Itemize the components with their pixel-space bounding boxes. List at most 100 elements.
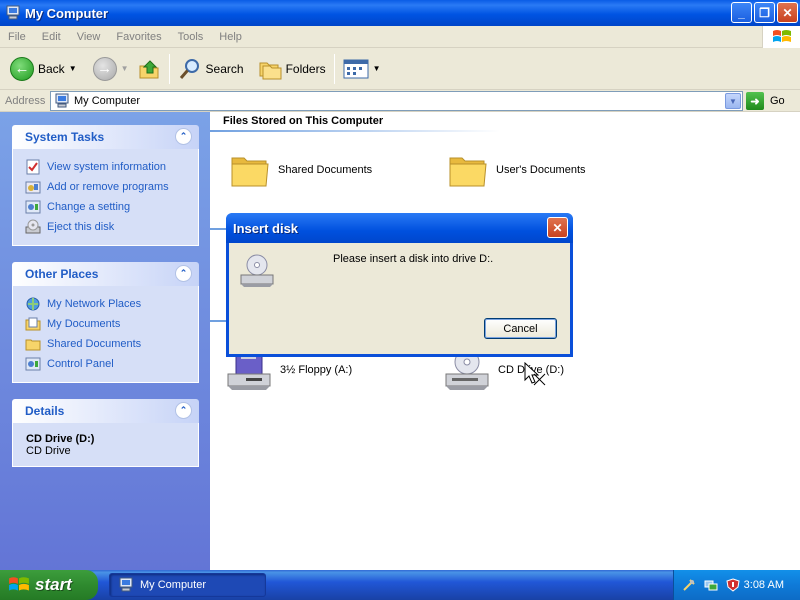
dialog-message: Please insert a disk into drive D:. (333, 253, 494, 265)
item-label: 3½ Floppy (A:) (280, 364, 353, 376)
task-label: Change a setting (47, 201, 131, 213)
place-shared-documents[interactable]: Shared Documents (25, 334, 190, 354)
details-item-type: CD Drive (26, 445, 71, 457)
taskbar-window-my-computer[interactable]: My Computer (109, 573, 266, 597)
system-tasks-box: System Tasks ⌃ View system information A… (12, 125, 199, 246)
collapse-icon[interactable]: ⌃ (175, 402, 192, 419)
details-box: Details ⌃ CD Drive (D:) CD Drive (12, 399, 199, 467)
back-dropdown-icon[interactable]: ▼ (69, 64, 77, 73)
menu-tools[interactable]: Tools (170, 31, 212, 43)
forward-dropdown-icon[interactable]: ▼ (121, 64, 129, 73)
search-icon (179, 58, 199, 79)
search-button[interactable]: Search (174, 51, 248, 87)
folders-icon (259, 62, 282, 79)
item-shared-documents[interactable]: Shared Documents (230, 150, 372, 190)
menu-file[interactable]: File (0, 31, 34, 43)
other-places-header[interactable]: Other Places ⌃ (12, 262, 199, 286)
views-button[interactable]: ▼ (339, 51, 385, 87)
collapse-icon[interactable]: ⌃ (175, 265, 192, 282)
close-button[interactable]: ✕ (777, 2, 798, 23)
tray-tool-icon[interactable] (682, 578, 696, 592)
task-label: View system information (47, 161, 167, 173)
details-header[interactable]: Details ⌃ (12, 399, 199, 423)
item-users-documents[interactable]: User's Documents (448, 150, 586, 190)
window-titlebar[interactable]: My Computer _ ❐ ✕ (0, 0, 800, 26)
control-panel-icon (25, 200, 41, 214)
taskbar-window-label: My Computer (140, 579, 207, 591)
forward-arrow-icon: → (92, 56, 117, 81)
views-dropdown-icon[interactable]: ▼ (373, 64, 381, 73)
menu-favorites[interactable]: Favorites (108, 31, 169, 43)
my-computer-icon (119, 577, 133, 592)
tray-network-icon[interactable] (704, 578, 718, 592)
cancel-button[interactable]: Cancel (484, 318, 557, 339)
place-my-documents[interactable]: My Documents (25, 314, 190, 334)
up-folder-icon (139, 59, 159, 78)
place-my-network-places[interactable]: My Network Places (25, 294, 190, 314)
address-bar: Address My Computer ▼ ➜ Go (0, 90, 800, 112)
task-pane: System Tasks ⌃ View system information A… (0, 112, 210, 570)
collapse-icon[interactable]: ⌃ (175, 128, 192, 145)
mouse-cursor-icon (524, 362, 546, 386)
task-label: Add or remove programs (47, 181, 169, 193)
address-dropdown-icon[interactable]: ▼ (725, 93, 741, 109)
menu-view[interactable]: View (69, 31, 109, 43)
back-arrow-icon: ← (10, 56, 34, 81)
toolbar: ← Back ▼ → ▼ Search Folders ▼ (0, 48, 800, 90)
go-button[interactable]: ➜ Go (746, 91, 785, 111)
menu-help[interactable]: Help (211, 31, 250, 43)
task-label: Eject this disk (47, 221, 115, 233)
address-input[interactable]: My Computer ▼ (50, 91, 743, 111)
taskbar: start My Computer 3:08 AM (0, 570, 800, 600)
folders-label: Folders (285, 61, 326, 76)
search-label: Search (205, 61, 244, 76)
forward-button[interactable]: → ▼ (89, 51, 133, 87)
folder-icon (449, 157, 487, 187)
network-icon (26, 297, 40, 311)
go-arrow-icon: ➜ (746, 92, 764, 110)
folder-icon (231, 157, 269, 187)
system-tasks-title: System Tasks (25, 130, 105, 144)
other-places-box: Other Places ⌃ My Network Places My Docu… (12, 262, 199, 383)
minimize-button[interactable]: _ (731, 2, 752, 23)
place-label: Shared Documents (47, 338, 142, 350)
item-label: Shared Documents (278, 164, 373, 176)
place-control-panel[interactable]: Control Panel (25, 354, 190, 374)
folders-button[interactable]: Folders (254, 51, 330, 87)
add-remove-icon (25, 181, 41, 194)
my-computer-icon (55, 93, 69, 108)
views-icon (343, 59, 369, 78)
documents-icon (25, 317, 41, 331)
address-value: My Computer (74, 95, 141, 107)
place-label: My Documents (47, 318, 121, 330)
task-change-setting[interactable]: Change a setting (25, 197, 190, 217)
group-header: Files Stored on This Computer (223, 115, 384, 127)
go-label: Go (770, 95, 785, 107)
restore-icon: ❐ (759, 5, 770, 20)
maximize-button[interactable]: ❐ (754, 2, 775, 23)
toolbar-separator (168, 53, 170, 84)
menu-edit[interactable]: Edit (34, 31, 69, 43)
task-eject-disk[interactable]: Eject this disk (25, 217, 190, 237)
security-shield-icon[interactable] (726, 578, 740, 592)
task-view-system-info[interactable]: View system information (25, 157, 190, 177)
start-button[interactable]: start (0, 570, 98, 600)
address-label: Address (5, 94, 46, 107)
windows-logo-icon (762, 26, 800, 48)
system-tray: 3:08 AM (673, 570, 800, 600)
system-tasks-header[interactable]: System Tasks ⌃ (12, 125, 199, 149)
insert-disk-dialog: Insert disk ✕ Please insert a disk into … (226, 213, 573, 357)
dialog-close-button[interactable]: ✕ (547, 217, 568, 238)
place-label: My Network Places (47, 298, 142, 310)
up-folder-button[interactable] (133, 51, 165, 87)
close-icon: ✕ (552, 220, 563, 235)
dialog-titlebar[interactable]: Insert disk ✕ (226, 213, 573, 243)
cd-drive-icon (240, 254, 274, 287)
details-item-name: CD Drive (D:) (26, 433, 95, 445)
group-divider (210, 130, 500, 132)
details-title: Details (25, 404, 65, 418)
back-button[interactable]: ← Back ▼ (6, 51, 81, 87)
back-label: Back (38, 61, 65, 76)
eject-icon (25, 219, 41, 234)
task-add-remove-programs[interactable]: Add or remove programs (25, 177, 190, 197)
